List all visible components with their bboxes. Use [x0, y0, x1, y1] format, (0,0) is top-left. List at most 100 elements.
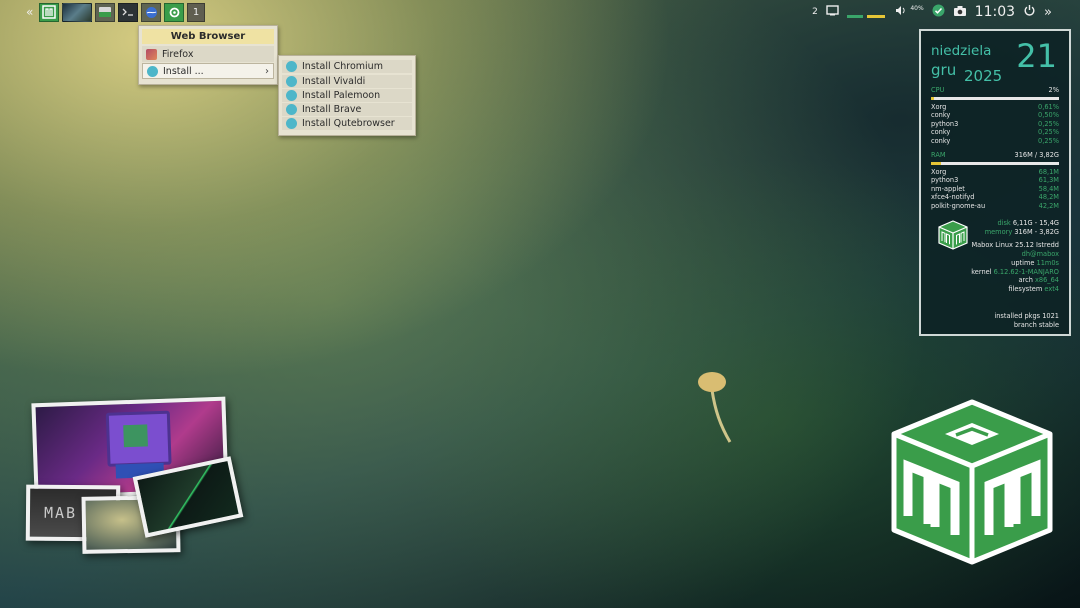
- panel-left: « 1: [26, 2, 205, 22]
- arch-row: arch x86_64: [931, 276, 1059, 285]
- terminal-button[interactable]: [118, 2, 138, 22]
- conky-ram-section: RAM 316M / 3,82G Xorg 68,1M python3 61,3M …: [931, 151, 1059, 211]
- cpu-usage-fill: [931, 96, 934, 100]
- menu-item-firefox[interactable]: Firefox: [142, 46, 274, 62]
- cpu-label: CPU: [931, 86, 945, 94]
- proc-name: python3: [931, 119, 959, 128]
- conky-system-info: disk 6,11G - 15,4G memory 316M - 3,82G M…: [931, 219, 1059, 294]
- table-row: conky 0,25%: [931, 137, 1059, 146]
- install-icon: [286, 89, 297, 101]
- table-row: nm-applet 58,4M: [931, 185, 1059, 194]
- menu-item-label: Install ...: [163, 65, 204, 77]
- conky-system-monitor: niedziela gru 2025 21 CPU 2% Xorg 0,61% c…: [919, 29, 1071, 336]
- browser-button[interactable]: [141, 2, 161, 22]
- volume-percent: 40%: [910, 5, 924, 12]
- conky-day-name: niedziela: [931, 43, 992, 59]
- kernel-row: kernel 6.12.62-1-MANJARO: [931, 268, 1059, 277]
- update-check-icon[interactable]: [932, 4, 945, 20]
- window-list-icon[interactable]: [826, 5, 839, 19]
- cpu-value: 2%: [1048, 86, 1059, 94]
- panel-expand-chevrons[interactable]: »: [1044, 5, 1052, 20]
- install-icon: [286, 104, 297, 116]
- disk-key: disk: [997, 219, 1011, 227]
- table-row: python3 61,3M: [931, 176, 1059, 185]
- proc-value: 0,25%: [1038, 119, 1059, 128]
- menu-item-install-brave[interactable]: Install Brave: [282, 103, 412, 117]
- proc-value: 0,25%: [1038, 128, 1059, 137]
- fs-key: filesystem: [1008, 285, 1043, 294]
- table-row: Xorg 68,1M: [931, 168, 1059, 177]
- terminal-icon: [122, 8, 133, 16]
- web-browser-menu: Web Browser Firefox Install ... ›: [138, 25, 278, 85]
- menu-item-install-chromium[interactable]: Install Chromium: [282, 60, 412, 74]
- panel-collapse-chevrons[interactable]: «: [26, 5, 36, 19]
- install-icon: [286, 61, 297, 73]
- gear-icon: [169, 7, 179, 17]
- table-row: conky 0,25%: [931, 128, 1059, 137]
- menu-item-label: Install Vivaldi: [302, 75, 366, 87]
- fs-row: filesystem ext4: [931, 285, 1059, 294]
- proc-value: 68,1M: [1038, 167, 1059, 176]
- proc-name: conky: [931, 111, 951, 120]
- proc-name: xfce4-notifyd: [931, 193, 975, 202]
- arch-value: x86_64: [1035, 276, 1059, 285]
- menu-item-label: Install Palemoon: [302, 89, 381, 101]
- table-row: conky 0,50%: [931, 111, 1059, 120]
- mabox-logo-icon: [42, 5, 56, 19]
- collage-text: MAB: [43, 503, 78, 523]
- settings-button[interactable]: [164, 2, 184, 22]
- branch-value: stable: [1038, 320, 1059, 329]
- menu-item-install[interactable]: Install ... ›: [142, 63, 274, 79]
- screenshot-camera-icon[interactable]: [953, 5, 967, 20]
- menu-item-label: Firefox: [162, 48, 194, 60]
- memory-value: 316M - 3,82G: [1014, 227, 1059, 236]
- proc-value: 58,4M: [1038, 184, 1059, 193]
- proc-name: conky: [931, 136, 951, 145]
- uptime-value: 11m0s: [1036, 258, 1059, 267]
- mabox-menu-button[interactable]: [39, 2, 59, 22]
- proc-value: 0,25%: [1038, 136, 1059, 145]
- uptime-row: uptime 11m0s: [931, 259, 1059, 268]
- branch-row: branch stable: [931, 321, 1059, 330]
- menu-item-label: Install Chromium: [302, 61, 383, 73]
- ram-usage-bar: [931, 161, 1059, 165]
- arch-key: arch: [1018, 276, 1033, 285]
- volume-icon[interactable]: 40%: [895, 5, 924, 19]
- workspace-pager[interactable]: 1: [187, 2, 205, 22]
- panel-right: 2 40% 11:03 »: [812, 2, 1052, 22]
- submenu-arrow-icon: ›: [265, 65, 269, 77]
- uptime-key: uptime: [1011, 258, 1035, 267]
- proc-value: 61,3M: [1038, 176, 1059, 185]
- proc-value: 42,2M: [1038, 201, 1059, 210]
- proc-name: python3: [931, 176, 959, 185]
- installed-key: installed pkgs: [994, 312, 1041, 320]
- mushroom-illustration: [698, 372, 732, 443]
- install-icon: [286, 118, 297, 130]
- proc-name: conky: [931, 128, 951, 137]
- disk-value: 6,11G - 15,4G: [1012, 219, 1059, 227]
- menu-item-install-palemoon[interactable]: Install Palemoon: [282, 88, 412, 102]
- proc-value: 48,2M: [1038, 193, 1059, 202]
- menu-item-install-vivaldi[interactable]: Install Vivaldi: [282, 74, 412, 88]
- menu-title: Web Browser: [142, 29, 274, 44]
- ram-value: 316M / 3,82G: [1014, 151, 1059, 159]
- network-graph-icon: [846, 6, 887, 18]
- proc-name: Xorg: [931, 167, 947, 176]
- conky-day-number: 21: [1016, 37, 1057, 75]
- installed-value: 1021: [1042, 312, 1059, 320]
- wallpaper-launcher-button[interactable]: [62, 2, 92, 22]
- menu-item-label: Install Brave: [302, 104, 362, 116]
- install-icon: [286, 75, 297, 87]
- power-icon[interactable]: [1023, 4, 1036, 20]
- proc-value: 0,50%: [1038, 111, 1059, 120]
- workspace-indicator[interactable]: 2: [812, 7, 818, 17]
- clock[interactable]: 11:03: [975, 4, 1015, 20]
- proc-value: 0,61%: [1038, 102, 1059, 111]
- table-row: polkit-gnome-au 42,2M: [931, 202, 1059, 211]
- file-manager-button[interactable]: [95, 2, 115, 22]
- proc-name: polkit-gnome-au: [931, 201, 986, 210]
- cpu-usage-bar: [931, 96, 1059, 100]
- conky-month: gru: [931, 61, 957, 79]
- firefox-icon: [146, 48, 157, 60]
- menu-item-install-qutebrowser[interactable]: Install Qutebrowser: [282, 117, 412, 131]
